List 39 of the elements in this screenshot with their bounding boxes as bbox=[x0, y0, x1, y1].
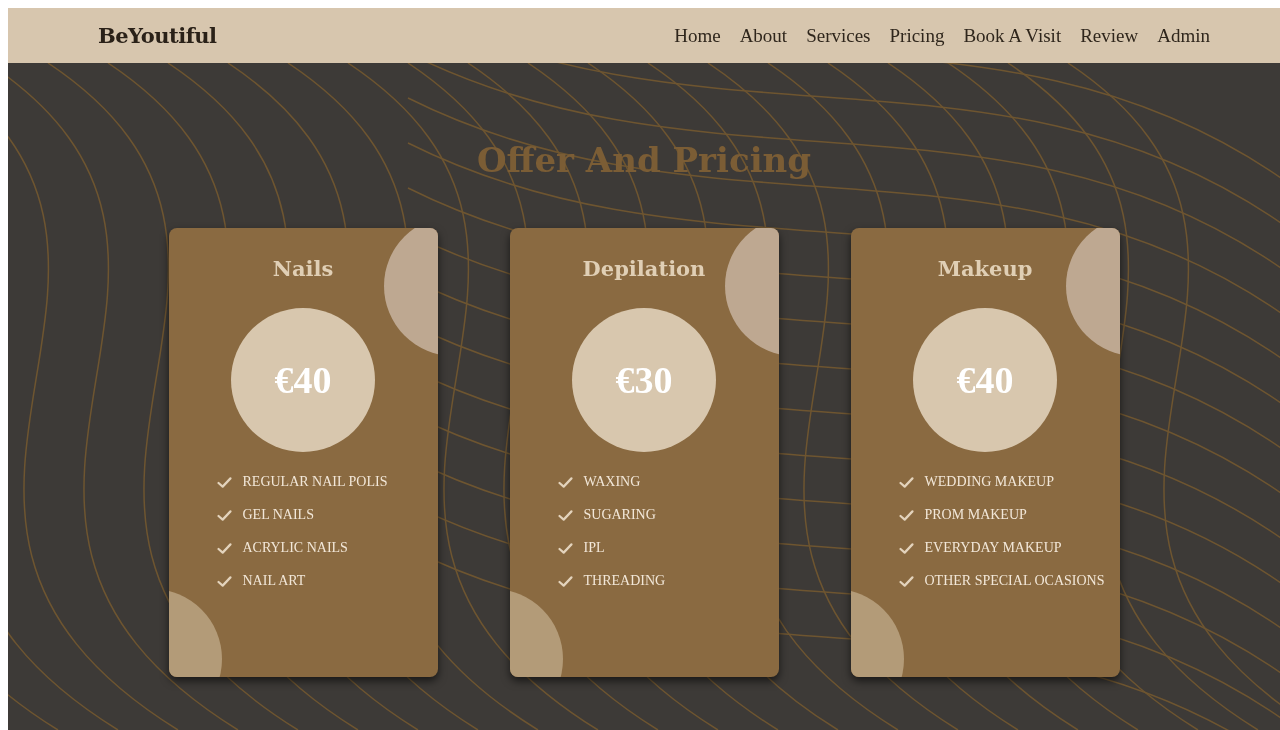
check-icon bbox=[898, 575, 914, 587]
card-title: Depilation bbox=[582, 256, 706, 281]
check-icon bbox=[557, 575, 573, 587]
card-title: Makeup bbox=[937, 256, 1033, 281]
feature-text: PROM MAKEUP bbox=[924, 507, 1027, 523]
feature-text: WAXING bbox=[583, 474, 641, 490]
card-title: Nails bbox=[272, 256, 334, 281]
feature-text: GEL NAILS bbox=[242, 507, 314, 523]
check-icon bbox=[898, 476, 914, 488]
check-icon bbox=[557, 542, 573, 554]
check-icon bbox=[216, 509, 232, 521]
nav-link[interactable]: Pricing bbox=[889, 24, 945, 47]
nav-link[interactable]: Home bbox=[674, 24, 721, 47]
price-text: €30 bbox=[615, 358, 673, 402]
feature-text: REGULAR NAIL POLIS bbox=[242, 474, 388, 490]
nav-link[interactable]: Services bbox=[806, 24, 871, 47]
check-icon bbox=[216, 575, 232, 587]
feature-text: THREADING bbox=[583, 573, 666, 589]
check-icon bbox=[216, 542, 232, 554]
nav-link[interactable]: Book A Visit bbox=[963, 24, 1062, 47]
nav-link[interactable]: Review bbox=[1080, 24, 1139, 47]
check-icon bbox=[898, 542, 914, 554]
feature-text: IPL bbox=[583, 540, 605, 556]
section-heading: Offer And Pricing bbox=[476, 139, 812, 181]
check-icon bbox=[216, 476, 232, 488]
feature-text: SUGARING bbox=[583, 507, 656, 523]
nav-link[interactable]: About bbox=[739, 24, 788, 47]
check-icon bbox=[557, 509, 573, 521]
price-text: €40 bbox=[956, 358, 1014, 402]
check-icon bbox=[557, 476, 573, 488]
check-icon bbox=[898, 509, 914, 521]
feature-text: NAIL ART bbox=[242, 573, 306, 589]
price-text: €40 bbox=[274, 358, 332, 402]
brand-logo[interactable]: BeYoutiful bbox=[98, 23, 217, 48]
feature-text: ACRYLIC NAILS bbox=[242, 540, 348, 556]
feature-text: OTHER SPECIAL OCASIONS bbox=[924, 573, 1105, 589]
feature-text: EVERYDAY MAKEUP bbox=[924, 540, 1062, 556]
nav-link[interactable]: Admin bbox=[1157, 24, 1210, 47]
feature-text: WEDDING MAKEUP bbox=[924, 474, 1054, 490]
